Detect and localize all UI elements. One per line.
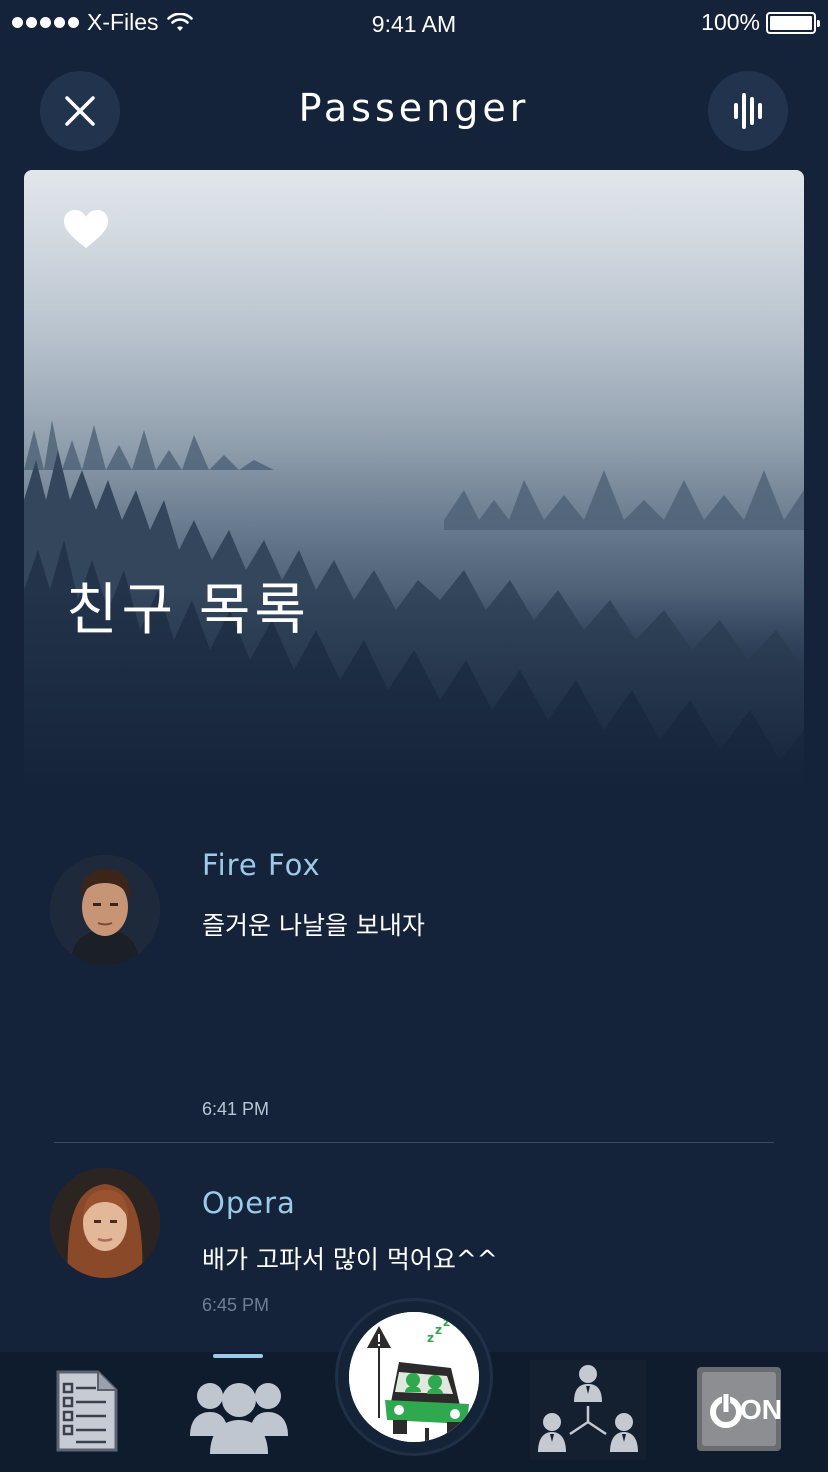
power-label: ON	[740, 1394, 782, 1425]
tab-power[interactable]: ON	[696, 1366, 782, 1457]
avatar	[50, 1168, 160, 1278]
message-time: 6:41 PM	[202, 1099, 270, 1119]
tab-friends[interactable]	[190, 1374, 288, 1459]
drowsy-driving-button[interactable]: z z z	[335, 1298, 493, 1456]
message-preview: 즐거운 나날을 보내자	[202, 911, 425, 940]
svg-text:z: z	[427, 1331, 434, 1345]
tab-organization[interactable]	[530, 1360, 646, 1465]
checklist-icon	[56, 1370, 118, 1452]
page-title: Passenger	[298, 86, 530, 130]
svg-text:z: z	[443, 1315, 450, 1329]
avatar-portrait-woman	[50, 1168, 160, 1278]
equalizer-icon	[734, 93, 762, 129]
message-item[interactable]: Fire Fox 즐거운 나날을 보내자 6:41 PM	[0, 830, 828, 1130]
drowsy-car-icon: z z z	[349, 1312, 479, 1442]
message-preview: 배가 고파서 많이 먹어요^^	[202, 1245, 498, 1274]
divider	[54, 1142, 774, 1143]
avatar-portrait-man	[50, 855, 160, 965]
battery-icon	[766, 11, 820, 34]
avatar	[50, 855, 160, 965]
svg-text:z: z	[435, 1323, 442, 1337]
friends-icon	[190, 1383, 288, 1454]
active-tab-indicator	[213, 1354, 263, 1358]
message-sender: Fire Fox	[202, 848, 321, 882]
org-chart-icon	[530, 1360, 646, 1460]
status-bar: X-Files 9:41 AM 100%	[0, 0, 828, 44]
center-badge: z z z	[349, 1312, 479, 1442]
tab-checklist[interactable]	[52, 1370, 118, 1457]
status-right: 100%	[701, 9, 820, 36]
battery-percent: 100%	[701, 9, 760, 35]
equalizer-button[interactable]	[708, 71, 788, 151]
message-sender: Opera	[202, 1186, 296, 1220]
message-time: 6:45 PM	[202, 1295, 270, 1315]
foggy-forest-image	[24, 170, 804, 790]
hero-banner: 친구 목록	[24, 170, 804, 790]
hero-title: 친구 목록	[66, 578, 310, 643]
heart-icon[interactable]	[62, 208, 110, 250]
